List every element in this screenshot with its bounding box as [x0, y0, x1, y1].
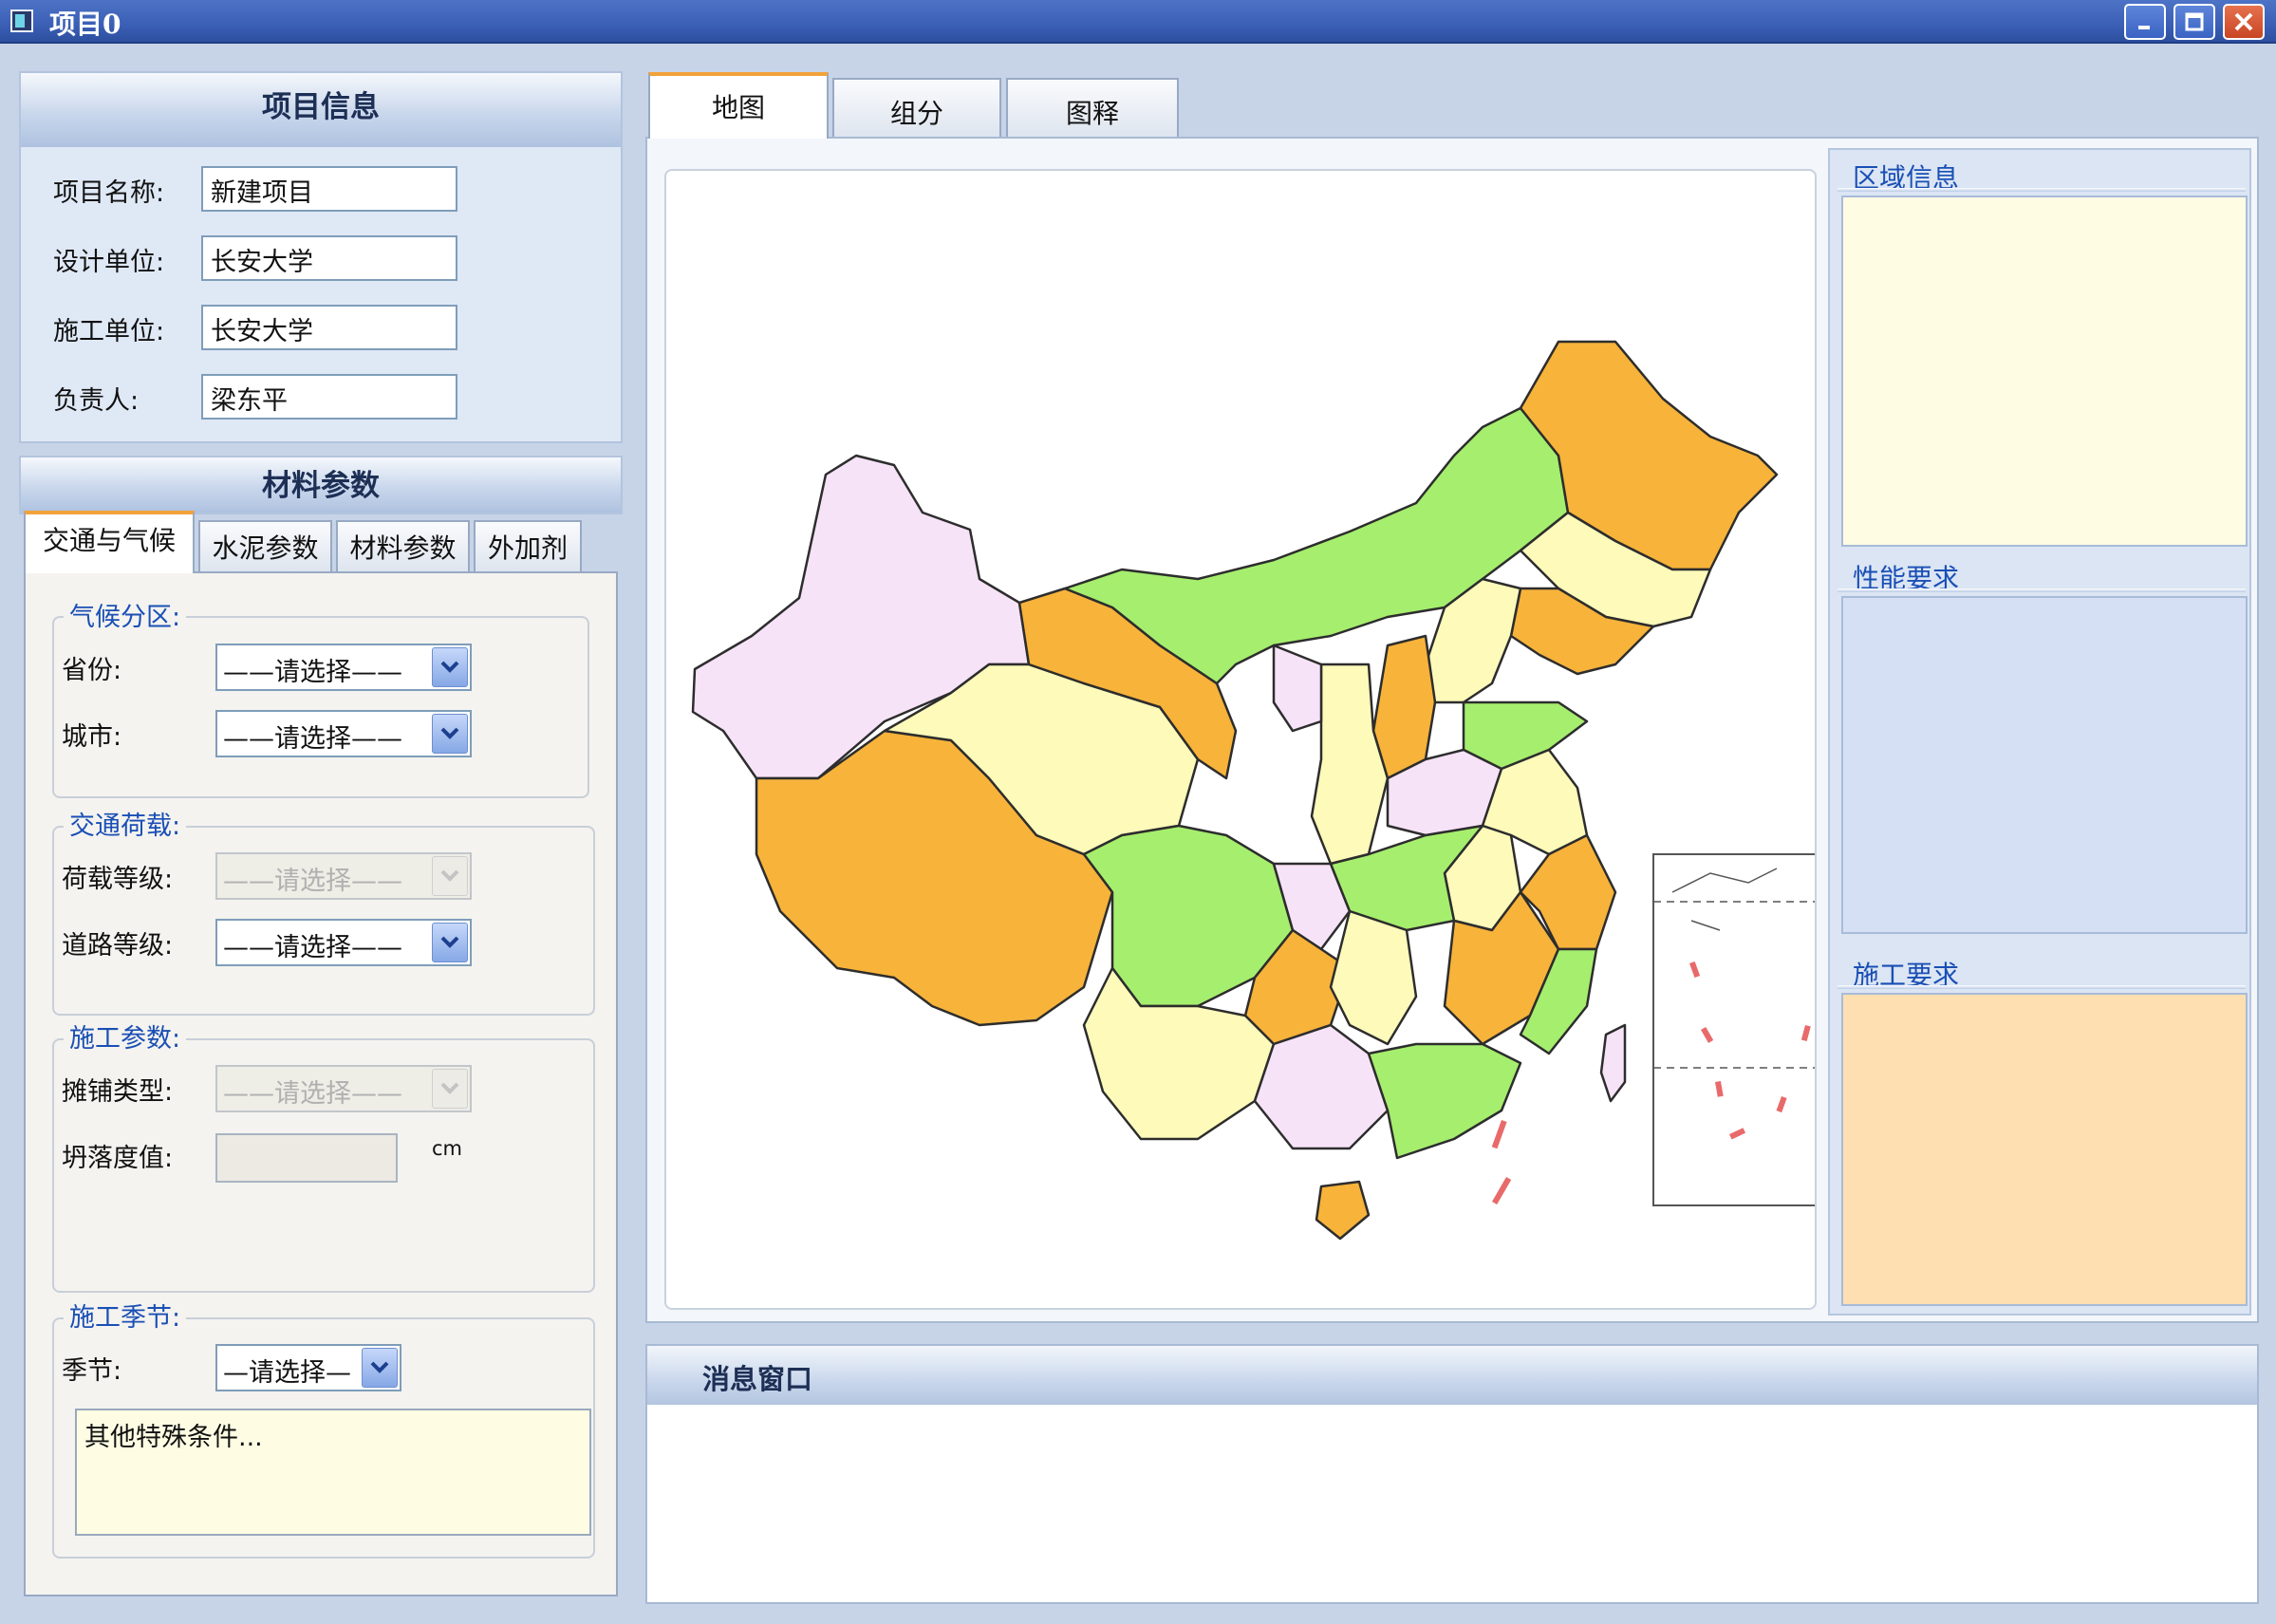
minimize-button[interactable] [2124, 4, 2166, 40]
material-tab-content: 气候分区: 省份: ——请选择—— 城市: ——请选择—— 交通荷载: 荷载等级… [24, 571, 618, 1596]
tab-admixture[interactable]: 外加剂 [474, 520, 582, 573]
special-conditions-textarea[interactable]: 其他特殊条件... [75, 1409, 591, 1536]
area-info-divider [1838, 188, 2246, 192]
map-canvas[interactable] [664, 169, 1817, 1310]
main-content-area: 区域信息 性能要求 施工要求 [645, 137, 2259, 1323]
road-level-select[interactable]: ——请选择—— [215, 919, 472, 966]
tab-material-params[interactable]: 材料参数 [336, 520, 470, 573]
region-hunan [1329, 909, 1418, 1046]
tab-cement-params[interactable]: 水泥参数 [198, 520, 332, 573]
message-window: 消息窗口 [645, 1344, 2259, 1604]
slump-input[interactable] [215, 1133, 398, 1183]
performance-divider [1838, 588, 2246, 592]
season-value: —请选择— [223, 1358, 351, 1388]
region-hainan [1315, 1180, 1371, 1241]
season-select[interactable]: —请选择— [215, 1344, 401, 1391]
city-dropdown-button[interactable] [432, 714, 468, 754]
season-label: 季节: [62, 1356, 122, 1386]
manager-label: 负责人: [53, 386, 140, 416]
construction-req-box [1841, 993, 2248, 1306]
project-name-label: 项目名称: [53, 178, 165, 208]
chevron-down-icon [370, 1361, 389, 1373]
tab-legend[interactable]: 图释 [1006, 78, 1179, 139]
region-shanxi [1371, 634, 1437, 780]
climate-group-title: 气候分区: [64, 596, 187, 633]
traffic-group-title: 交通荷载: [64, 805, 187, 842]
maximize-icon [2185, 12, 2204, 31]
season-dropdown-button[interactable] [362, 1348, 398, 1388]
close-icon [2234, 12, 2253, 31]
minimize-icon [2138, 26, 2150, 29]
south-china-sea-inset [1652, 853, 1815, 1206]
load-level-select[interactable]: ——请选择—— [215, 852, 472, 900]
manager-input[interactable]: 梁东平 [201, 374, 457, 420]
construction-unit-label: 施工单位: [53, 317, 165, 346]
season-group-title: 施工季节: [64, 1297, 187, 1334]
road-level-label: 道路等级: [62, 931, 174, 961]
province-label: 省份: [62, 656, 122, 685]
chevron-down-icon [440, 661, 459, 673]
slump-unit: cm [432, 1137, 463, 1160]
tab-map[interactable]: 地图 [648, 72, 829, 139]
province-select[interactable]: ——请选择—— [215, 644, 472, 691]
project-info-header: 项目信息 [21, 73, 621, 147]
chevron-down-icon [440, 869, 459, 882]
project-name-input[interactable]: 新建项目 [201, 166, 457, 212]
city-value: ——请选择—— [223, 724, 402, 754]
title-bar: 项目0 [0, 0, 2276, 44]
right-info-column: 区域信息 性能要求 施工要求 [1828, 148, 2251, 1316]
road-level-value: ——请选择—— [223, 933, 402, 962]
city-label: 城市: [62, 722, 122, 752]
performance-box [1841, 596, 2248, 934]
load-level-label: 荷载等级: [62, 865, 174, 894]
region-taiwan [1599, 1023, 1627, 1103]
material-params-header: 材料参数 [19, 456, 623, 514]
chevron-down-icon [440, 936, 459, 948]
paving-type-dropdown-button[interactable] [432, 1069, 468, 1109]
city-select[interactable]: ——请选择—— [215, 710, 472, 757]
road-level-dropdown-button[interactable] [432, 923, 468, 962]
china-map[interactable] [666, 171, 1815, 1308]
chevron-down-icon [440, 1082, 459, 1094]
construction-req-divider [1838, 985, 2246, 989]
project-info-panel: 项目信息 项目名称: 新建项目 设计单位: 长安大学 施工单位: 长安大学 负责… [19, 71, 623, 443]
construction-params-title: 施工参数: [64, 1017, 187, 1055]
area-info-box [1841, 196, 2248, 547]
region-shaanxi [1310, 663, 1390, 866]
region-ningxia [1272, 644, 1323, 733]
region-guangxi [1253, 1023, 1390, 1150]
tab-traffic-climate[interactable]: 交通与气候 [24, 511, 195, 573]
construction-unit-input[interactable]: 长安大学 [201, 305, 457, 350]
paving-type-select[interactable]: ——请选择—— [215, 1065, 472, 1112]
maximize-button[interactable] [2173, 4, 2215, 40]
chevron-down-icon [440, 727, 459, 739]
message-window-header: 消息窗口 [647, 1346, 2257, 1405]
close-button[interactable] [2223, 4, 2265, 40]
province-value: ——请选择—— [223, 658, 402, 687]
load-level-dropdown-button[interactable] [432, 856, 468, 896]
load-level-value: ——请选择—— [223, 867, 402, 896]
paving-type-value: ——请选择—— [223, 1079, 402, 1109]
tab-components[interactable]: 组分 [832, 78, 1001, 139]
paving-type-label: 摊铺类型: [62, 1077, 174, 1107]
province-dropdown-button[interactable] [432, 647, 468, 687]
slump-label: 坍落度值: [62, 1144, 174, 1173]
app-icon [9, 7, 36, 35]
design-unit-label: 设计单位: [53, 248, 165, 277]
design-unit-input[interactable]: 长安大学 [201, 235, 457, 281]
window-title: 项目0 [49, 9, 121, 40]
